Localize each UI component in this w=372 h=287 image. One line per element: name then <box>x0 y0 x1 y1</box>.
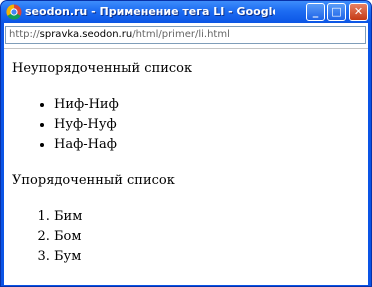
list-item: Ниф-Ниф <box>54 95 119 115</box>
minimize-button[interactable]: _ <box>306 3 325 21</box>
url-scheme: http:// <box>9 29 40 40</box>
maximize-button[interactable]: □ <box>327 3 346 21</box>
address-bar[interactable]: http://spravka.seodon.ru/html/primer/li.… <box>5 26 366 44</box>
browser-window: seodon.ru - Применение тега LI - Google … <box>0 0 372 287</box>
title-bar[interactable]: seodon.ru - Применение тега LI - Google … <box>1 1 371 23</box>
unordered-list-heading: Неупорядоченный список <box>12 61 193 76</box>
list-item: Наф-Наф <box>54 135 119 155</box>
list-item: Бум <box>54 247 82 267</box>
url-host: spravka.seodon.ru <box>39 29 133 40</box>
chrome-icon <box>6 4 22 20</box>
window-title: seodon.ru - Применение тега LI - Google … <box>25 5 275 18</box>
close-button[interactable]: ✕ <box>349 3 368 21</box>
list-item: Бом <box>54 227 82 247</box>
page-content: Неупорядоченный список Ниф-Ниф Нуф-Нуф Н… <box>4 49 368 285</box>
list-item: Бим <box>54 207 82 227</box>
ordered-list-heading: Упорядоченный список <box>12 173 175 188</box>
list-item: Нуф-Нуф <box>54 115 119 135</box>
unordered-list: Ниф-Ниф Нуф-Нуф Наф-Наф <box>12 95 119 155</box>
browser-client-area: http://spravka.seodon.ru/html/primer/li.… <box>4 23 368 285</box>
url-path: /html/primer/li.html <box>132 29 230 40</box>
ordered-list: Бим Бом Бум <box>12 207 82 267</box>
